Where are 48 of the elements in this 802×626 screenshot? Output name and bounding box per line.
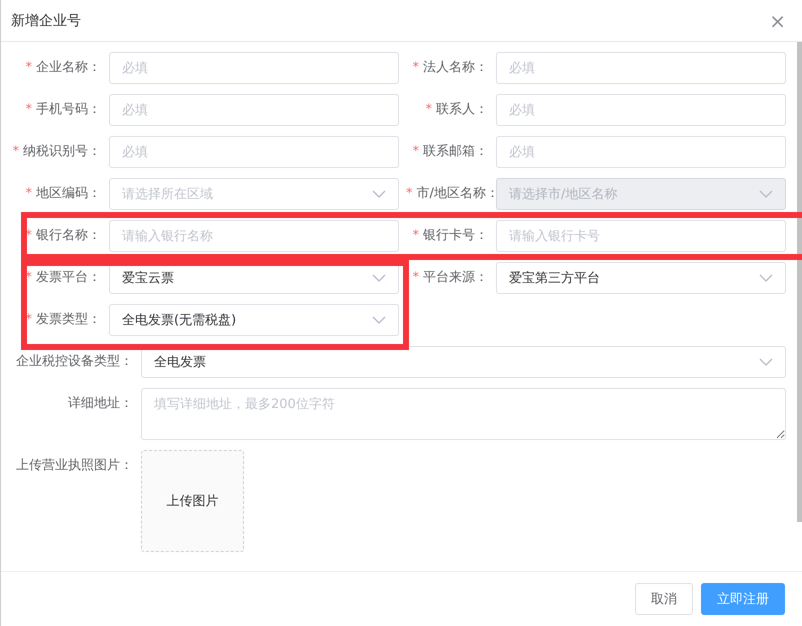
required-asterisk: * (426, 102, 432, 117)
input-field[interactable]: 请输入银行卡号 (496, 220, 786, 252)
field-label: 地区编码： (36, 186, 101, 201)
required-asterisk: * (412, 144, 419, 159)
required-asterisk: * (412, 270, 419, 285)
required-asterisk: * (26, 186, 32, 201)
chevron-down-icon (372, 316, 386, 324)
required-asterisk: * (406, 186, 412, 201)
field-label: 详细地址： (68, 396, 133, 411)
required-asterisk: * (412, 228, 419, 243)
field-label: 市/地区名称： (416, 186, 499, 201)
field-label: 企业名称： (36, 60, 101, 75)
chevron-down-icon (759, 358, 773, 366)
field-label: 联系人： (436, 102, 488, 117)
dialog-title: 新增企业号 (11, 12, 81, 30)
select-field[interactable]: 爱宝第三方平台 (496, 262, 786, 294)
field-label: 银行卡号： (423, 228, 488, 243)
field-label: 发票类型： (36, 312, 101, 327)
field-label: 手机号码： (36, 102, 101, 117)
required-asterisk: * (26, 60, 32, 75)
input-field[interactable]: 必填 (496, 52, 786, 84)
required-asterisk: * (26, 102, 32, 117)
select-field[interactable]: 全电发票 (141, 346, 786, 378)
required-asterisk: * (412, 60, 419, 75)
input-field[interactable]: 请输入银行名称 (109, 220, 399, 252)
input-field[interactable]: 必填 (109, 94, 399, 126)
upload-button[interactable]: 上传图片 (141, 450, 244, 552)
field-label: 发票平台： (36, 270, 101, 285)
select-field[interactable]: 全电发票(无需税盘) (109, 304, 399, 336)
field-label: 联系邮箱： (423, 144, 488, 159)
chevron-down-icon (759, 274, 773, 282)
input-field[interactable]: 必填 (496, 136, 786, 168)
input-field[interactable]: 必填 (109, 136, 399, 168)
field-label: 企业税控设备类型： (16, 354, 133, 369)
chevron-down-icon (372, 274, 386, 282)
input-field[interactable]: 必填 (496, 94, 786, 126)
input-field[interactable]: 必填 (109, 52, 399, 84)
chevron-down-icon (372, 190, 386, 198)
chevron-down-icon (759, 190, 773, 198)
required-asterisk: * (12, 144, 19, 159)
field-label: 平台来源： (423, 270, 488, 285)
cancel-button[interactable]: 取消 (635, 583, 693, 615)
field-label: 法人名称： (423, 60, 488, 75)
field-label: 银行名称： (36, 228, 101, 243)
scrollbar[interactable] (797, 42, 802, 522)
address-textarea[interactable]: 填写详细地址，最多200位字符 (141, 388, 786, 440)
field-label: 上传营业执照图片： (16, 458, 133, 473)
field-label: 纳税识别号： (23, 144, 101, 159)
